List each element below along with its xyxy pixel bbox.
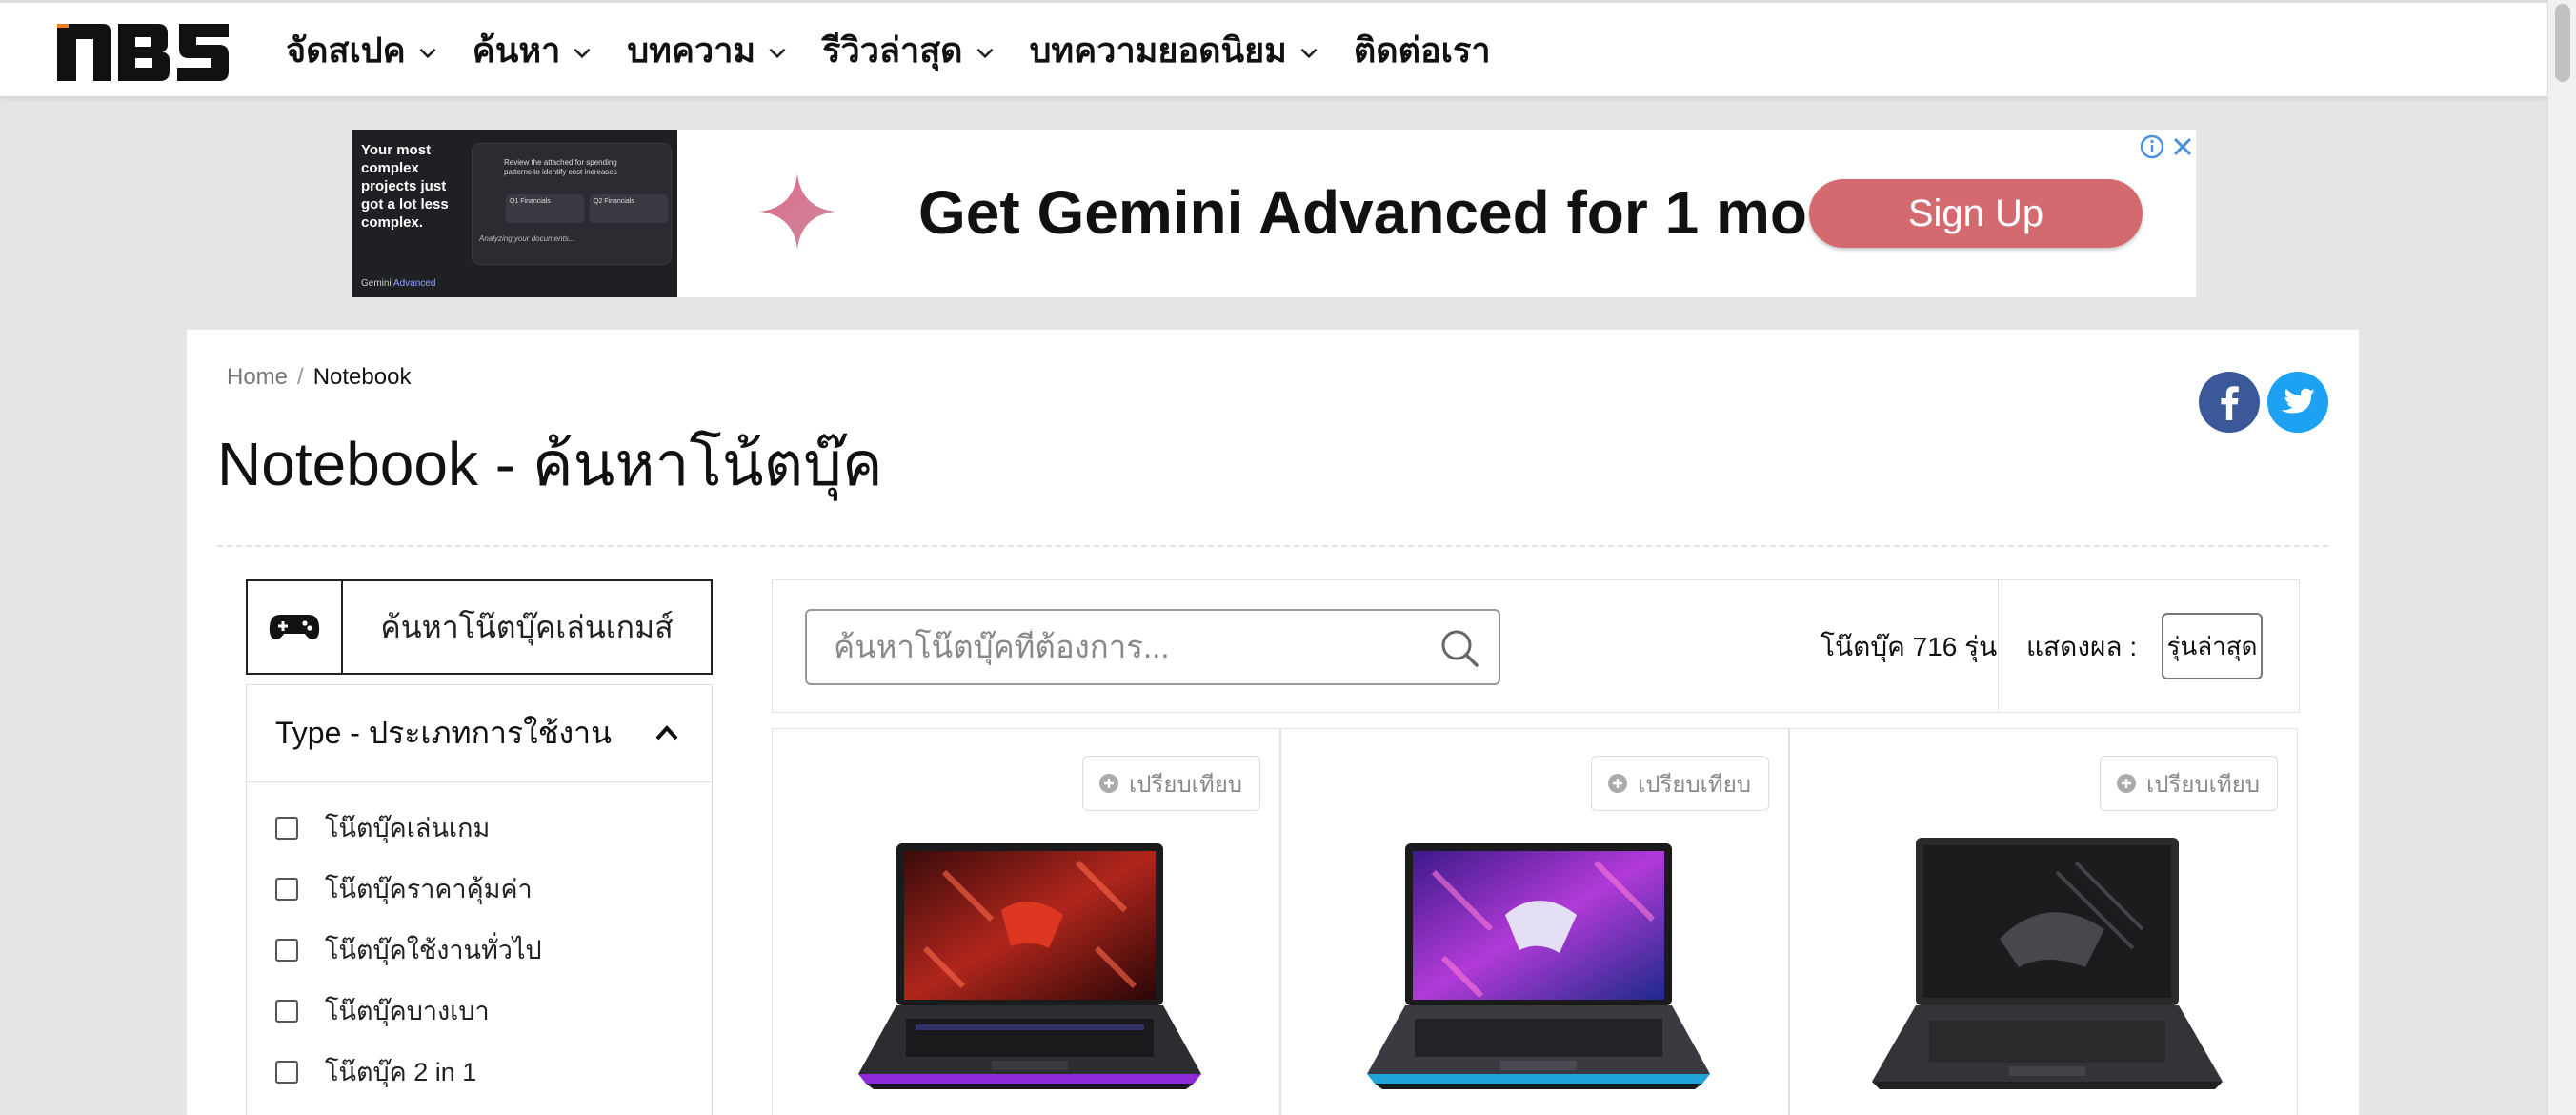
chevron-down-icon xyxy=(976,48,994,59)
top-navigation: จัดสเปค ค้นหา บทความ รีวิวล่าสุด บทความย… xyxy=(0,0,2547,96)
breadcrumb-current: Notebook xyxy=(312,364,412,390)
type-filter-title: Type - ประเภทการใช้งาน xyxy=(275,716,612,750)
product-image[interactable] xyxy=(1857,834,2238,1110)
menu-item-label: ค้นหา xyxy=(472,30,561,70)
ad-thumb-chip: Q1 Financials xyxy=(506,194,584,223)
filter-checkbox[interactable] xyxy=(275,938,298,962)
filter-option-thin-light: โน๊ตบุ๊คบางเบา xyxy=(275,990,490,1031)
main-menu: จัดสเปค ค้นหา บทความ รีวิวล่าสุด บทความย… xyxy=(286,3,1523,96)
chevron-down-icon xyxy=(574,48,591,59)
main-content: Home / Notebook Notebook - ค้นหาโน้ตบุ๊ค ค… xyxy=(187,330,2359,1115)
ad-banner[interactable]: Your most complex projects just got a lo… xyxy=(352,130,2196,297)
product-card[interactable]: เปรียบเทียบ xyxy=(1280,728,1789,1115)
menu-item-contact[interactable]: ติดต่อเรา xyxy=(1354,23,1491,77)
filter-option-general: โน๊ตบุ๊คใช้งานทั่วไป xyxy=(275,929,542,970)
plus-circle-icon xyxy=(1608,774,1628,793)
gamepad-icon-box xyxy=(248,581,343,673)
sort-select[interactable]: รุ่นล่าสุด xyxy=(2162,613,2263,679)
facebook-share-button[interactable] xyxy=(2199,372,2260,433)
page-title: Notebook - ค้นหาโน้ตบุ๊ค xyxy=(217,430,883,498)
product-image[interactable] xyxy=(839,834,1220,1110)
menu-item-spec[interactable]: จัดสเปค xyxy=(286,23,440,77)
gaming-notebook-search-button[interactable]: ค้นหาโน๊ตบุ๊คเล่นเกมส์ xyxy=(246,579,713,675)
type-filter-panel: Type - ประเภทการใช้งาน โน๊ตบุ๊คเล่นเกม โ… xyxy=(246,684,713,1115)
ad-close-icon[interactable] xyxy=(2171,133,2194,160)
twitter-share-button[interactable] xyxy=(2267,372,2328,433)
search-toolbar: โน๊ตบุ๊ค 716 รุ่น แสดงผล : รุ่นล่าสุด xyxy=(772,579,2300,714)
compare-label: เปรียบเทียบ xyxy=(2146,771,2260,798)
chevron-up-icon xyxy=(655,725,678,740)
filter-option-value: โน๊ตบุ๊คราคาคุ้มค่า xyxy=(275,868,533,909)
ad-thumb-chip: Q2 Financials xyxy=(590,194,668,223)
filter-checkbox[interactable] xyxy=(275,816,298,840)
notebook-search-input[interactable] xyxy=(834,629,1424,665)
ad-thumb-text: Your most complex projects just got a lo… xyxy=(361,142,449,231)
filter-checkbox[interactable] xyxy=(275,999,298,1023)
filter-option-label: โน๊ตบุ๊คเล่นเกม xyxy=(325,814,491,842)
menu-item-label: จัดสเปค xyxy=(286,30,406,70)
breadcrumb: Home / Notebook xyxy=(227,364,411,391)
toolbar-separator xyxy=(1998,580,1999,714)
gemini-sparkle-icon xyxy=(759,173,835,250)
ad-info-icon[interactable] xyxy=(2139,133,2165,160)
gamepad-icon xyxy=(269,615,320,639)
menu-item-label: ติดต่อเรา xyxy=(1353,30,1491,70)
menu-item-label: บทความ xyxy=(627,30,756,70)
ad-signup-button[interactable]: Sign Up xyxy=(1809,179,2143,248)
product-card[interactable]: เปรียบเทียบ xyxy=(1789,728,2298,1115)
ad-headline: Get Gemini Advanced for 1 mo xyxy=(918,178,1807,247)
plus-circle-icon xyxy=(2117,774,2137,793)
compare-label: เปรียบเทียบ xyxy=(1638,771,1751,798)
scrollbar-thumb[interactable] xyxy=(2555,4,2570,82)
breadcrumb-separator: / xyxy=(297,364,304,390)
filter-checkbox[interactable] xyxy=(275,1060,298,1084)
compare-button[interactable]: เปรียบเทียบ xyxy=(1082,756,1260,811)
filter-option-label: โน๊ตบุ๊ค 2 in 1 xyxy=(325,1058,477,1086)
chevron-down-icon xyxy=(419,48,436,59)
product-image[interactable] xyxy=(1348,834,1729,1110)
menu-item-label: รีวิวล่าสุด xyxy=(822,30,963,70)
menu-item-label: บทความยอดนิยม xyxy=(1029,30,1287,70)
compare-label: เปรียบเทียบ xyxy=(1129,771,1242,798)
menu-item-search[interactable]: ค้นหา xyxy=(473,23,595,77)
menu-item-articles[interactable]: บทความ xyxy=(627,23,790,77)
search-icon[interactable] xyxy=(1439,628,1479,668)
menu-item-latest-reviews[interactable]: รีวิวล่าสุด xyxy=(822,23,996,77)
ad-thumbnail: Your most complex projects just got a lo… xyxy=(352,130,677,297)
filter-option-2in1: โน๊ตบุ๊ค 2 in 1 xyxy=(275,1051,476,1092)
nbs-logo[interactable] xyxy=(55,22,231,81)
filter-checkbox[interactable] xyxy=(275,877,298,901)
compare-button[interactable]: เปรียบเทียบ xyxy=(1591,756,1769,811)
filter-option-label: โน๊ตบุ๊คราคาคุ้มค่า xyxy=(325,875,533,903)
product-card[interactable]: เปรียบเทียบ xyxy=(772,728,1280,1115)
notebook-search-box xyxy=(805,609,1500,685)
menu-item-popular-articles[interactable]: บทความยอดนิยม xyxy=(1030,23,1321,77)
title-divider xyxy=(217,545,2328,547)
sort-label: แสดงผล : xyxy=(2026,632,2138,661)
ad-thumb-status: Analyzing your documents... xyxy=(479,234,575,243)
chevron-down-icon xyxy=(769,48,786,59)
twitter-icon xyxy=(2281,388,2315,414)
ad-thumb-brand: Gemini Advanced xyxy=(361,278,436,289)
filter-option-label: โน๊ตบุ๊คใช้งานทั่วไป xyxy=(325,936,542,964)
result-count: โน๊ตบุ๊ค 716 รุ่น xyxy=(1821,632,1998,661)
filter-option-gaming: โน๊ตบุ๊คเล่นเกม xyxy=(275,807,490,848)
chevron-down-icon xyxy=(1300,48,1318,59)
breadcrumb-home[interactable]: Home xyxy=(227,364,288,390)
plus-circle-icon xyxy=(1099,774,1119,793)
filter-option-label: โน๊ตบุ๊คบางเบา xyxy=(325,997,490,1025)
facebook-icon xyxy=(2221,386,2239,420)
ad-thumb-panel-text: Review the attached for spending pattern… xyxy=(504,158,617,176)
page-scrollbar[interactable] xyxy=(2547,0,2576,1115)
type-filter-header[interactable]: Type - ประเภทการใช้งาน xyxy=(247,685,712,782)
compare-button[interactable]: เปรียบเทียบ xyxy=(2100,756,2278,811)
gaming-notebook-search-label: ค้นหาโน๊ตบุ๊คเล่นเกมส์ xyxy=(380,609,674,644)
